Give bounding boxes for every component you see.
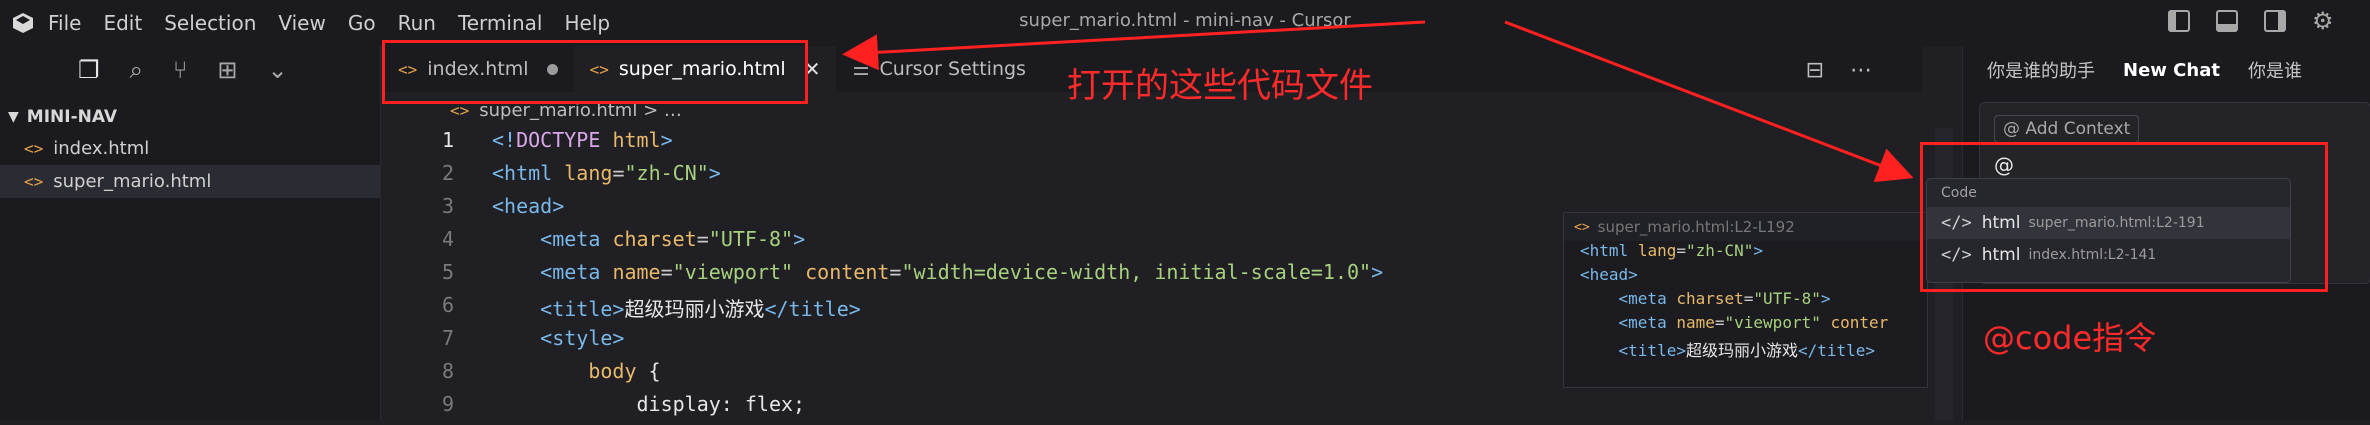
title-bar: File Edit Selection View Go Run Terminal…	[0, 0, 2370, 46]
file-name: index.html	[53, 138, 150, 159]
preview-line: <title>超级玛丽小游戏</title>	[1618, 341, 1876, 360]
chat-tab-history-1[interactable]: 你是谁的助手	[1987, 57, 2095, 83]
html-file-icon: <>	[24, 172, 44, 191]
line-source: display: flex;	[636, 392, 806, 416]
settings-sliders-icon: ⚌	[852, 58, 870, 80]
annotation-box-tabs	[382, 40, 808, 104]
line-source: <meta charset="UTF-8">	[540, 227, 806, 251]
line-number: 2	[441, 161, 454, 185]
line-source: <html lang="zh-CN">	[492, 161, 721, 185]
annotation-tabs-note: 打开的这些代码文件	[1067, 66, 1373, 106]
file-name: super_mario.html	[53, 171, 212, 192]
at-icon: @	[2003, 119, 2026, 139]
toggle-primary-sidebar-icon[interactable]	[2168, 10, 2190, 32]
line-number: 1	[441, 128, 454, 152]
more-actions-icon[interactable]: ⋯	[1850, 58, 1872, 83]
preview-line: <head>	[1580, 265, 1638, 284]
activity-bar: ❐ ⌕ ⑂ ⊞ ⌄	[0, 46, 380, 94]
annotation-box-chat	[1920, 142, 2328, 292]
html-file-icon: <>	[1574, 219, 1590, 235]
layout-controls: ⚙	[2168, 9, 2334, 33]
line-number: 6	[441, 293, 454, 317]
gear-icon[interactable]: ⚙	[2312, 9, 2334, 33]
line-source: <meta name="viewport" content="width=dev…	[540, 260, 1384, 284]
line-number: 7	[441, 326, 454, 350]
line-source: <title>超级玛丽小游戏</title>	[540, 297, 861, 321]
split-editor-icon[interactable]: ⊟	[1806, 58, 1824, 83]
code-line: 1 <!DOCTYPE html>	[382, 128, 1922, 161]
chat-tab-new-chat[interactable]: New Chat	[2123, 60, 2220, 81]
extensions-icon[interactable]: ⊞	[217, 56, 237, 84]
line-number: 8	[441, 359, 454, 383]
code-line: 9 display: flex;	[382, 392, 1922, 425]
chat-tabs: 你是谁的助手 New Chat 你是谁	[1963, 46, 2370, 94]
chat-tab-history-2[interactable]: 你是谁	[2248, 57, 2302, 83]
line-number: 4	[441, 227, 454, 251]
tab-cursor-settings[interactable]: ⚌ Cursor Settings	[836, 46, 1041, 92]
search-icon[interactable]: ⌕	[130, 56, 143, 84]
chevron-down-icon[interactable]: ⌄	[267, 56, 287, 84]
toggle-secondary-sidebar-icon[interactable]	[2264, 10, 2286, 32]
code-line: 2 <html lang="zh-CN">	[382, 161, 1922, 194]
line-source: <!DOCTYPE html>	[492, 128, 673, 152]
add-context-button[interactable]: @ Add Context	[1994, 115, 2140, 143]
line-number: 3	[441, 194, 454, 218]
line-number: 9	[441, 392, 454, 416]
preview-line: <meta charset="UTF-8">	[1618, 289, 1831, 308]
explorer-section-header[interactable]: ▼ MINI-NAV	[0, 102, 380, 132]
preview-header: <> super_mario.html:L2-L192	[1564, 213, 1927, 241]
tab-label: Cursor Settings	[879, 58, 1026, 80]
editor-actions: ⊟ ⋯	[1806, 58, 1872, 83]
code-preview-popup: <> super_mario.html:L2-L192 <html lang="…	[1563, 212, 1928, 388]
preview-title: super_mario.html:L2-L192	[1597, 218, 1795, 236]
line-number: 5	[441, 260, 454, 284]
window-title: super_mario.html - mini-nav - Cursor	[1019, 10, 1351, 31]
toggle-panel-icon[interactable]	[2216, 10, 2238, 32]
file-item-index-html[interactable]: <> index.html	[0, 132, 380, 165]
preview-line: <meta name="viewport" conter	[1618, 313, 1889, 332]
source-control-icon[interactable]: ⑂	[173, 56, 187, 84]
line-source: <style>	[540, 326, 625, 350]
workspace-name: MINI-NAV	[26, 107, 118, 127]
files-icon[interactable]: ❐	[78, 56, 100, 84]
chevron-down-icon: ▼	[8, 109, 19, 125]
html-file-icon: <>	[24, 139, 44, 158]
line-source: <head>	[492, 194, 565, 218]
preview-line: <html lang="zh-CN">	[1580, 241, 1764, 260]
add-context-label: Add Context	[2025, 119, 2131, 139]
line-source: body {	[588, 359, 661, 383]
file-item-super-mario-html[interactable]: <> super_mario.html	[0, 165, 380, 198]
annotation-code-note: @code指令	[1983, 319, 2157, 357]
preview-code: <html lang="zh-CN"> <head> <meta charset=…	[1564, 241, 1927, 361]
explorer-sidebar: ❐ ⌕ ⑂ ⊞ ⌄ ▼ MINI-NAV <> index.html <> su…	[0, 46, 381, 420]
